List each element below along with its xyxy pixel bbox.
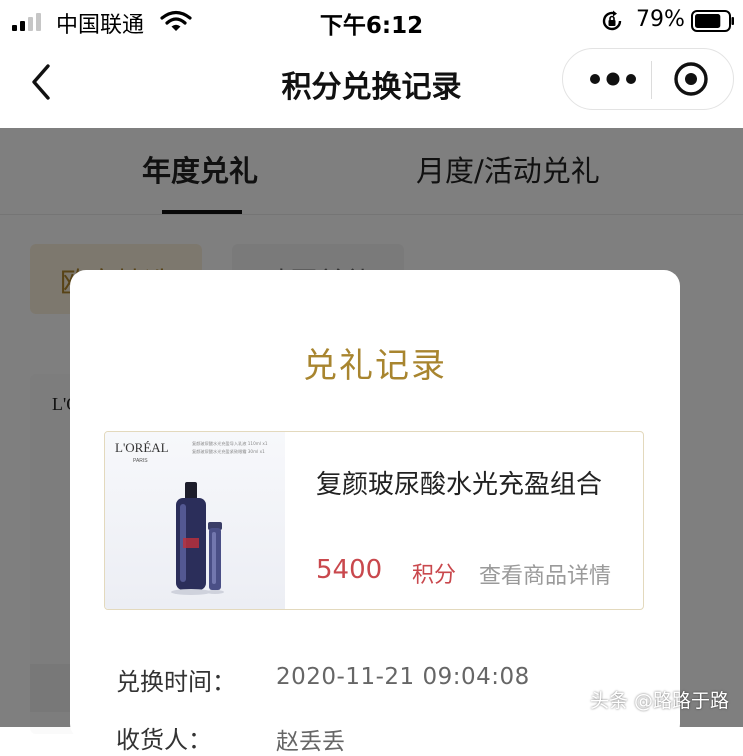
product-image: L'ORÉAL PARIS 复颜玻尿酸水光充盈导入乳液 110ml x1 复颜玻… xyxy=(105,432,285,609)
recipient-value: 赵丢丢 xyxy=(276,729,345,755)
exchange-time-label: 兑换时间： xyxy=(116,668,236,696)
status-bar: 中国联通 下午6:12 79% xyxy=(0,0,743,44)
watermark-text: 头条 @路路于路 xyxy=(590,690,730,712)
product-image-caption-1: 复颜玻尿酸水光充盈导入乳液 110ml x1 xyxy=(192,440,268,447)
clock: 下午6:12 xyxy=(319,13,424,39)
mini-program-capsule xyxy=(562,48,734,110)
navigation-bar: 积分兑换记录 xyxy=(0,44,743,128)
product-card[interactable]: L'ORÉAL PARIS 复颜玻尿酸水光充盈导入乳液 110ml x1 复颜玻… xyxy=(104,431,644,610)
capsule-divider xyxy=(651,61,652,99)
product-image-brand-sub: PARIS xyxy=(133,458,148,464)
close-mini-program-icon[interactable] xyxy=(669,59,713,99)
product-image-caption-2: 复颜玻尿酸水光充盈紧致眼霜 30ml x1 xyxy=(192,448,265,455)
points-unit: 积分 xyxy=(412,563,457,588)
product-name: 复颜玻尿酸水光充盈组合 xyxy=(316,470,603,500)
more-options-icon[interactable] xyxy=(583,59,643,99)
product-photo-graphic: L'ORÉAL PARIS 复颜玻尿酸水光充盈导入乳液 110ml x1 复颜玻… xyxy=(115,440,268,595)
exchange-time-value: 2020-11-21 09:04:08 xyxy=(276,664,530,690)
product-image-brand: L'ORÉAL xyxy=(115,440,169,455)
battery-percentage: 79% xyxy=(636,7,685,32)
rotation-lock-icon xyxy=(602,10,622,31)
points-value: 5400 xyxy=(316,555,383,585)
modal-title: 兑礼记录 xyxy=(303,346,447,386)
gift-record-modal: 兑礼记录 L'ORÉAL PARIS 复颜玻尿酸水光充盈导入乳液 110ml x… xyxy=(70,270,680,755)
battery-icon xyxy=(691,10,734,32)
recipient-label: 收货人： xyxy=(116,726,212,754)
view-product-details-link[interactable]: 查看商品详情 xyxy=(479,558,611,590)
